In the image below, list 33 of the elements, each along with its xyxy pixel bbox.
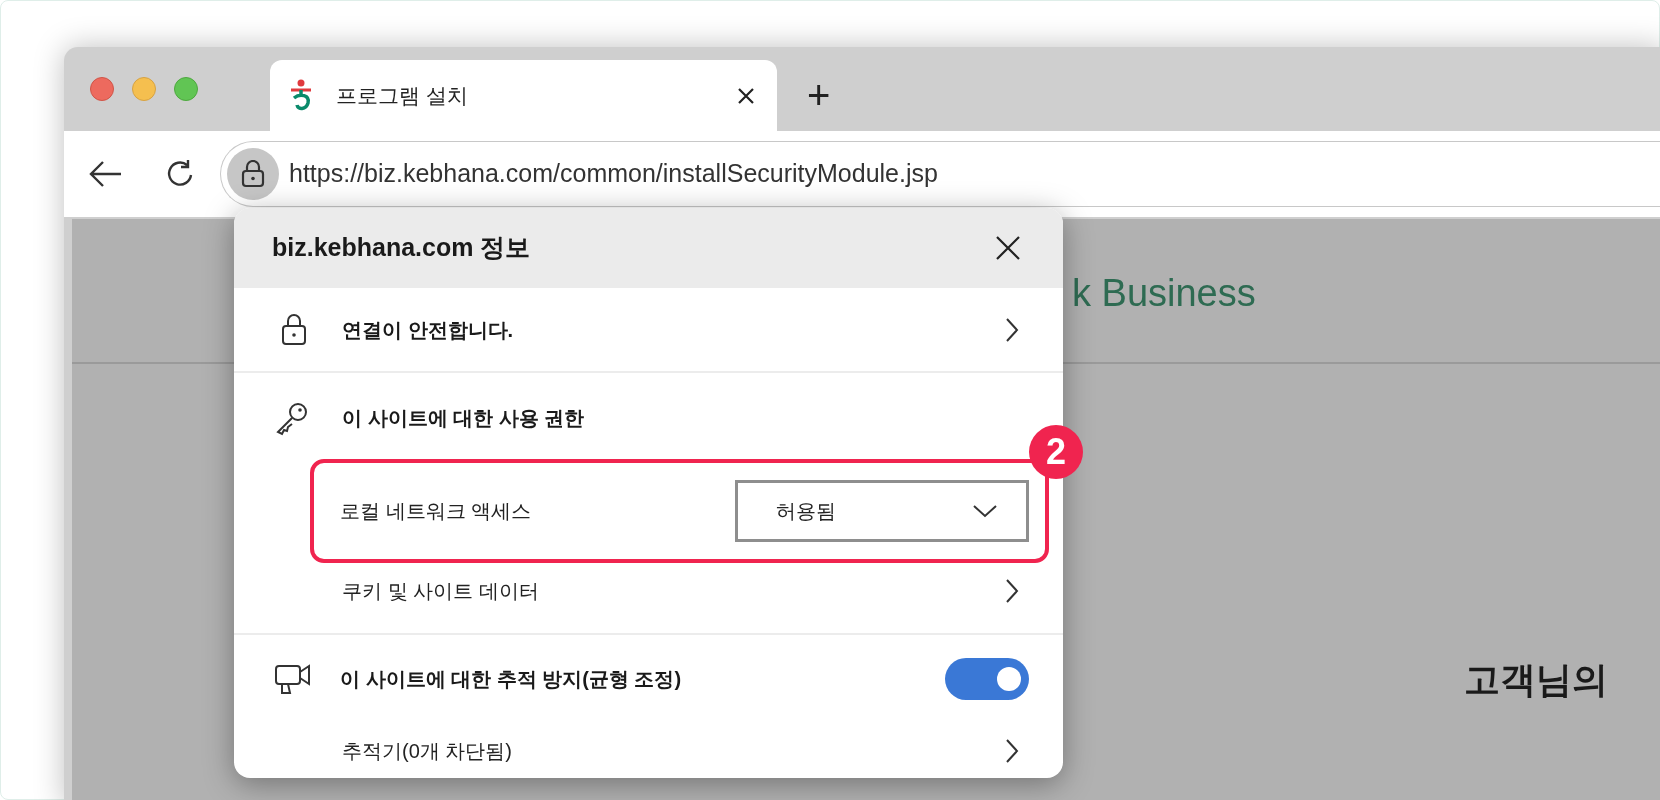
site-logo-icon [288,78,314,113]
chevron-down-icon [972,504,998,518]
tracking-label: 이 사이트에 대한 추적 방지(균형 조정) [340,667,683,692]
lock-icon [280,312,308,347]
lock-icon [241,160,265,188]
lock-button[interactable] [227,148,279,200]
popup-title: biz.kebhana.com 정보 [272,232,532,264]
back-icon[interactable] [88,159,124,189]
connection-status: 연결이 안전합니다. [342,317,515,343]
browser-tab[interactable]: 프로그램 설치 [270,60,777,131]
chevron-right-icon [1005,737,1019,764]
new-tab-button[interactable]: + [807,75,831,115]
chevron-right-icon [1005,316,1019,343]
chevron-right-icon [1005,578,1019,604]
close-icon[interactable] [737,86,755,105]
permission-row[interactable]: 쿠키 및 사이트 데이터 [234,563,1063,619]
permission-dropdown[interactable]: 허용됨 [735,480,1029,542]
logo-text: k Business [1072,271,1256,316]
section-heading: 이 사이트에 대한 사용 권한 [342,406,585,431]
permission-label: 로컬 네트워크 액세스 [340,499,533,524]
camera-icon [274,662,312,696]
tab-title: 프로그램 설치 [336,82,469,109]
connection-row[interactable]: 연결이 안전합니다. [234,288,1063,373]
close-icon[interactable] [995,235,1021,261]
trackers-label: 추적기(0개 차단됨) [342,738,513,764]
url-text: https://biz.kebhana.com/common/installSecurityModule.jsp [289,158,938,190]
trackers-row[interactable]: 추적기(0개 차단됨) [234,723,1063,778]
page-heading: 고객님의 [1464,658,1608,702]
key-icon [274,400,310,436]
step-badge: 2 [1029,425,1083,479]
close-window-button[interactable] [90,77,114,101]
permission-label: 쿠키 및 사이트 데이터 [342,579,540,604]
tracking-toggle[interactable] [945,658,1029,700]
